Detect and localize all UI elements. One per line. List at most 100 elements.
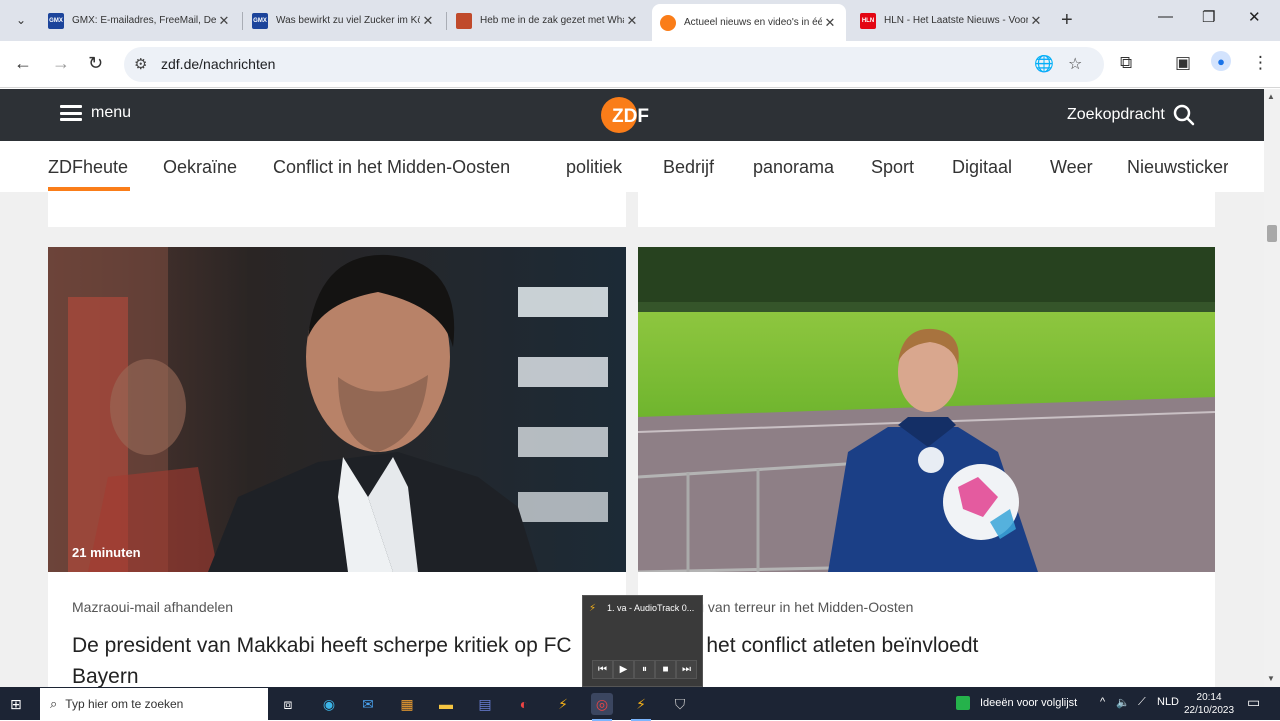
url-text[interactable]: zdf.de/nachrichten — [161, 56, 275, 72]
svg-text:ZDF: ZDF — [612, 106, 649, 127]
nav-item-digitaal[interactable]: Digitaal — [952, 157, 1012, 178]
tab-separator — [242, 12, 243, 30]
menu-label: menu — [91, 104, 132, 121]
browser-toolbar: ← → ↻ ⚙ zdf.de/nachrichten 🌐 ☆ ⧉ ▣ ● ⋮ — [0, 41, 1280, 88]
stocks-icon — [956, 696, 970, 710]
edge-browser-icon[interactable]: ◉ — [318, 693, 340, 715]
article-image[interactable] — [48, 247, 626, 572]
article-kicker: Mazraoui-mail afhandelen — [72, 599, 234, 615]
volume-icon[interactable]: 🔈 — [1116, 696, 1130, 709]
play-icon[interactable]: ▶ — [613, 660, 634, 679]
previous-article-card[interactable] — [638, 189, 1215, 227]
page-scrollbar[interactable]: ▲ ▼ — [1264, 89, 1280, 687]
stop-icon[interactable]: ■ — [655, 660, 676, 679]
forward-icon[interactable]: → — [52, 53, 70, 74]
store-icon[interactable]: ▦ — [396, 693, 418, 715]
clock-date: 22/10/2023 — [1184, 705, 1235, 716]
article-image[interactable] — [638, 247, 1215, 572]
windows-start-icon[interactable]: ⊞ — [10, 696, 22, 713]
close-tab-icon[interactable]: ✕ — [1028, 13, 1044, 29]
scroll-up-arrow-icon[interactable]: ▲ — [1267, 92, 1275, 101]
search-button[interactable]: Zoekopdracht — [1067, 104, 1195, 126]
more-menu-icon[interactable]: ⋮ — [1252, 53, 1269, 73]
category-nav: ZDFheute Oekraïne Conflict in het Midden… — [0, 141, 1264, 192]
search-icon — [1173, 104, 1195, 126]
nav-item-bedrijf[interactable]: Bedrijf — [663, 157, 714, 178]
address-bar[interactable]: ⚙ zdf.de/nachrichten 🌐 ☆ — [124, 47, 1104, 82]
tab-search-chevron-icon[interactable]: ⌄ — [8, 7, 34, 33]
translate-icon[interactable]: 🌐 — [1034, 54, 1054, 74]
reload-icon[interactable]: ↻ — [88, 53, 103, 74]
extensions-icon[interactable]: ⧉ — [1120, 53, 1132, 73]
close-tab-icon[interactable]: ✕ — [216, 13, 232, 29]
minimize-icon[interactable]: — — [1158, 8, 1173, 25]
tab-title: Actueel nieuws en video's in één oogopsl… — [684, 17, 822, 28]
taskbar-search[interactable]: ⌕ Typ hier om te zoeken — [40, 688, 268, 720]
windows-taskbar: ⊞ ⌕ Typ hier om te zoeken ⧈ ◉ ✉ ▦ ▬ ▤ ◐ … — [0, 687, 1280, 721]
tab-title: Heb me in de zak gezet met WhatsApp — [480, 15, 624, 26]
nav-item-oekraine[interactable]: Oekraïne — [163, 157, 237, 178]
tab-title: GMX: E-mailadres, FreeMail, De-Mail & Na… — [72, 15, 216, 26]
notifications-icon[interactable]: ▭ — [1247, 694, 1260, 711]
nav-item-zdfheute[interactable]: ZDFheute — [48, 157, 128, 178]
watchlist-ideas[interactable]: Ideeën voor volglijst — [956, 696, 1077, 710]
language-indicator[interactable]: NLD — [1157, 696, 1179, 708]
nav-item-politiek[interactable]: politiek — [566, 157, 622, 178]
back-icon[interactable]: ← — [14, 53, 32, 74]
file-explorer-icon[interactable]: ▬ — [435, 693, 457, 715]
tab-separator — [446, 12, 447, 30]
close-window-icon[interactable]: ✕ — [1248, 8, 1261, 26]
browser-tab[interactable]: GMX Was bewirkt zu viel Zucker im Körper… — [244, 6, 444, 35]
close-tab-icon[interactable]: ✕ — [822, 15, 838, 31]
bookmark-star-icon[interactable]: ☆ — [1068, 54, 1082, 74]
taskbar-search-placeholder: Typ hier om te zoeken — [65, 697, 184, 711]
browser-tab[interactable]: GMX GMX: E-mailadres, FreeMail, De-Mail … — [40, 6, 240, 35]
nav-item-sport[interactable]: Sport — [871, 157, 914, 178]
tab-title: Was bewirkt zu viel Zucker im Körper? — [276, 15, 420, 26]
browser-tab[interactable]: Heb me in de zak gezet met WhatsApp ✕ — [448, 6, 648, 35]
nav-item-midden-oosten[interactable]: Conflict in het Midden-Oosten — [273, 157, 510, 178]
menu-button[interactable]: menu — [60, 104, 131, 122]
shield-app-icon[interactable]: ⛉ — [669, 693, 691, 715]
previous-track-icon[interactable]: ⏮ — [592, 660, 613, 679]
gmx-favicon-icon: GMX — [48, 12, 64, 29]
pause-icon[interactable]: ⏸ — [634, 660, 655, 679]
active-nav-underline — [48, 187, 130, 191]
article-card[interactable]: 21 minuten Mazraoui-mail afhandelen De p… — [48, 247, 626, 687]
nav-item-panorama[interactable]: panorama — [753, 157, 834, 178]
close-tab-icon[interactable]: ✕ — [420, 13, 436, 29]
nav-item-nieuwsticker[interactable]: Nieuwsticker — [1127, 157, 1228, 178]
tray-chevron-up-icon[interactable]: ^ — [1100, 696, 1105, 708]
system-clock[interactable]: 20:14 22/10/2023 — [1184, 691, 1234, 717]
gmx-favicon-icon: GMX — [252, 12, 268, 29]
browser-tab[interactable]: HLN HLN - Het Laatste Nieuws - Voor het … — [852, 6, 1052, 35]
save-app-icon[interactable]: ▤ — [474, 693, 496, 715]
article-headline[interactable]: De president van Makkabi heeft scherpe k… — [72, 630, 602, 687]
side-panel-icon[interactable]: ▣ — [1175, 53, 1191, 73]
media-player-running-icon[interactable]: ⚡ — [630, 693, 652, 721]
media-player-thumbnail[interactable]: ⚡ 1. va - AudioTrack 0... ⏮ ▶ ⏸ ■ ⏭ — [582, 595, 703, 687]
article-headline[interactable]: Hoe het conflict atleten beïnvloedt — [662, 630, 1192, 661]
article-favicon-icon — [456, 12, 472, 29]
task-view-icon[interactable]: ⧈ — [277, 693, 299, 715]
new-tab-button[interactable]: + — [1061, 9, 1073, 32]
app-icon[interactable]: ◐ — [513, 693, 535, 715]
mail-icon[interactable]: ✉ — [357, 693, 379, 715]
browser-tab-active[interactable]: Actueel nieuws en video's in één oogopsl… — [652, 4, 846, 41]
zdf-logo[interactable]: ZDF — [600, 96, 662, 134]
maximize-icon[interactable]: ❐ — [1202, 8, 1215, 26]
previous-article-card[interactable] — [48, 189, 626, 227]
hamburger-icon — [60, 105, 82, 121]
zdf-header: menu ZDF Zoekopdracht — [0, 89, 1264, 141]
scroll-down-arrow-icon[interactable]: ▼ — [1267, 674, 1275, 683]
close-tab-icon[interactable]: ✕ — [624, 13, 640, 29]
scrollbar-thumb[interactable] — [1267, 225, 1277, 242]
network-icon[interactable]: ⟋ — [1138, 696, 1146, 709]
profile-avatar-icon[interactable]: ● — [1211, 51, 1231, 71]
chrome-icon[interactable]: ◎ — [591, 693, 613, 721]
site-info-icon[interactable]: ⚙ — [134, 55, 147, 73]
next-track-icon[interactable]: ⏭ — [676, 660, 697, 679]
media-player-icon[interactable]: ⚡ — [552, 693, 574, 715]
nav-item-weer[interactable]: Weer — [1050, 157, 1093, 178]
article-card[interactable]: Oorlog van terreur in het Midden-Oosten … — [638, 247, 1215, 687]
